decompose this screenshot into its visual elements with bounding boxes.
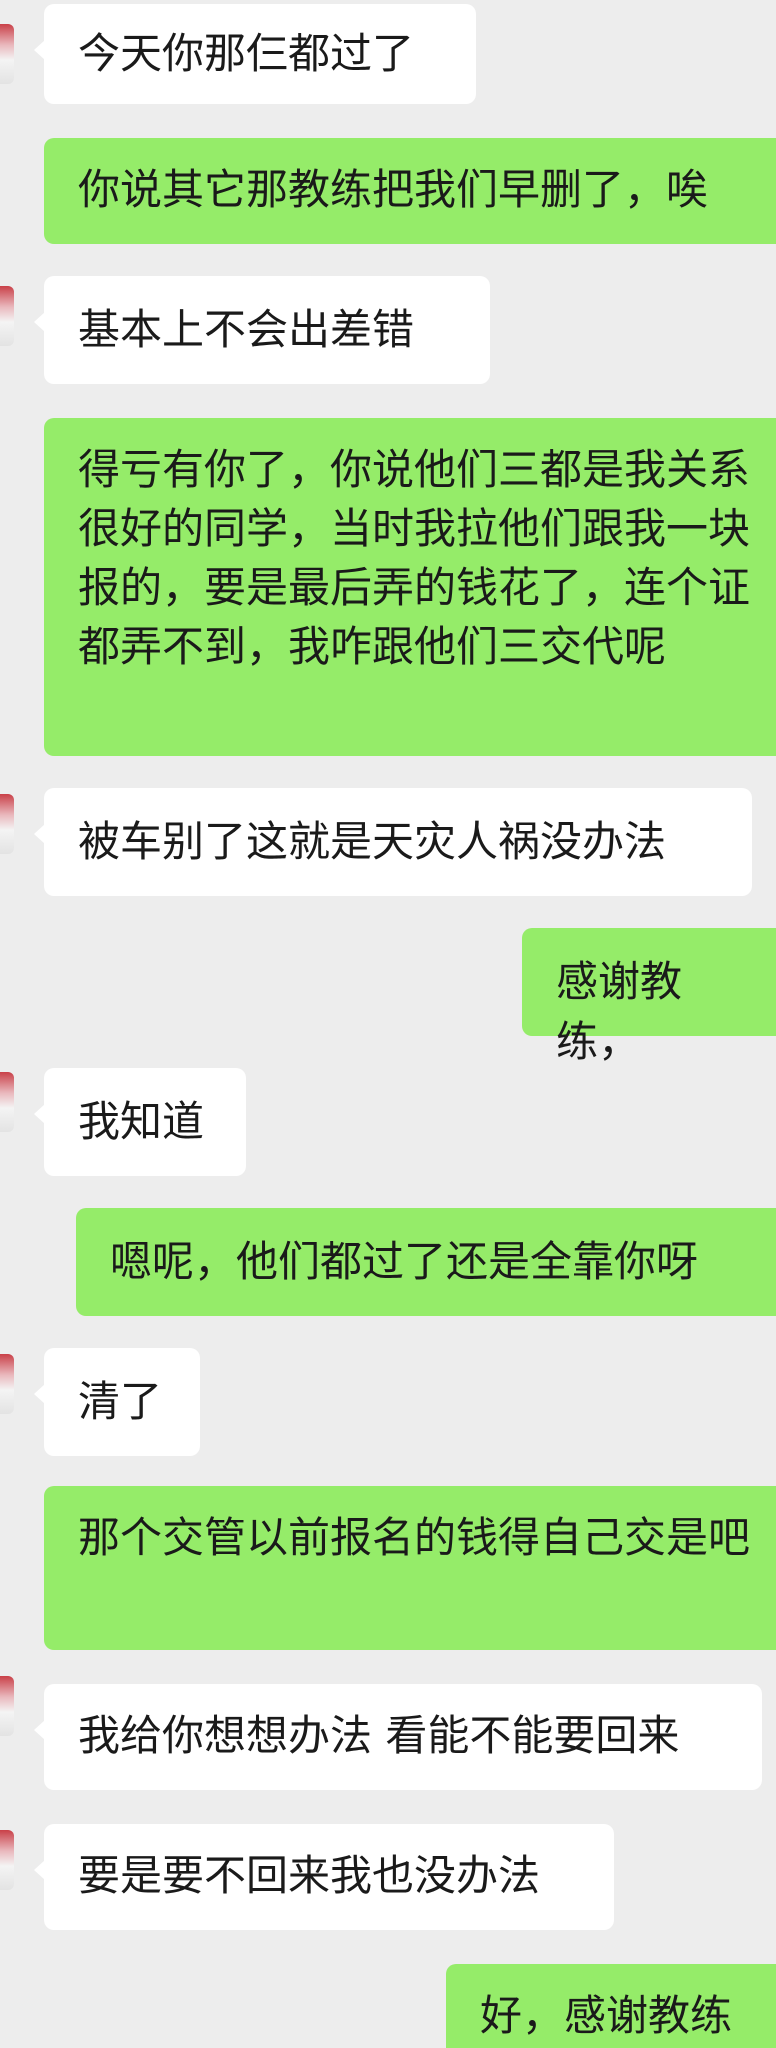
- incoming-message-bubble[interactable]: 今天你那仨都过了: [34, 4, 476, 104]
- outgoing-message-bubble[interactable]: 那个交管以前报名的钱得自己交是吧: [44, 1486, 776, 1650]
- incoming-message-bubble[interactable]: 要是要不回来我也没办法: [34, 1824, 614, 1930]
- incoming-message-bubble[interactable]: 清了: [34, 1348, 200, 1456]
- outgoing-message-bubble[interactable]: 你说其它那教练把我们早删了，唉: [44, 138, 776, 244]
- incoming-message-bubble[interactable]: 我知道: [34, 1068, 246, 1176]
- contact-avatar[interactable]: [0, 1830, 14, 1890]
- chat-message-list[interactable]: 今天你那仨都过了 你说其它那教练把我们早删了，唉 基本上不会出差错 得亏有你了，…: [0, 0, 776, 2048]
- contact-avatar[interactable]: [0, 794, 14, 854]
- outgoing-message-bubble[interactable]: 得亏有你了，你说他们三都是我关系很好的同学，当时我拉他们跟我一块报的，要是最后弄…: [44, 418, 776, 756]
- contact-avatar[interactable]: [0, 24, 14, 84]
- outgoing-message-bubble[interactable]: 嗯呢，他们都过了还是全靠你呀: [76, 1208, 776, 1316]
- contact-avatar[interactable]: [0, 1072, 14, 1132]
- contact-avatar[interactable]: [0, 1354, 14, 1414]
- outgoing-message-bubble[interactable]: 好，感谢教练: [446, 1964, 776, 2048]
- contact-avatar[interactable]: [0, 286, 14, 346]
- incoming-message-bubble[interactable]: 基本上不会出差错: [34, 276, 490, 384]
- outgoing-message-bubble[interactable]: 感谢教练，: [522, 928, 776, 1066]
- contact-avatar[interactable]: [0, 1676, 14, 1736]
- incoming-message-bubble[interactable]: 被车别了这就是天灾人祸没办法: [34, 788, 752, 896]
- incoming-message-bubble[interactable]: 我给你想想办法 看能不能要回来: [34, 1684, 762, 1790]
